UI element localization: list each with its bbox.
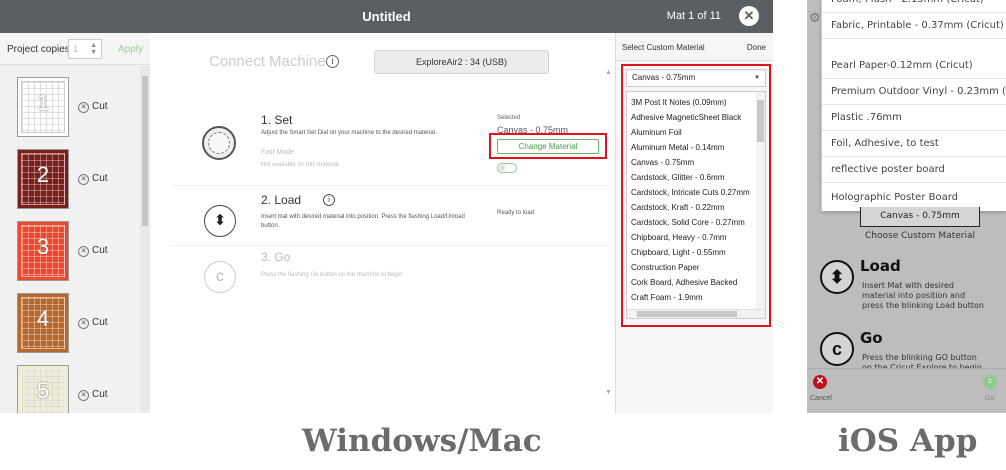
project-copies-label: Project copies: — [7, 44, 73, 55]
ios-go-label[interactable]: Go — [985, 395, 994, 402]
highlight-box — [621, 64, 771, 327]
stepper-arrows-icon[interactable]: ▲ ▼ — [90, 42, 97, 56]
step3-title: 3. Go — [261, 250, 291, 264]
mat-item[interactable]: 2 ✕ Cut — [0, 149, 140, 213]
step2-title: 2. Load — [261, 193, 302, 207]
apply-button[interactable]: Apply — [118, 44, 143, 55]
window-title: Untitled — [362, 9, 411, 24]
mat-list-scrollbar[interactable] — [140, 66, 150, 413]
mat-cut-label: ✕ Cut — [78, 101, 108, 113]
step1-title: 1. Set — [261, 113, 293, 127]
panel-header: Select Custom Material Done — [616, 33, 773, 61]
go-icon[interactable]: c — [983, 375, 997, 389]
mat-item[interactable]: 4 ✕ Cut — [0, 293, 140, 357]
mat-thumbnail[interactable]: 1 — [17, 77, 69, 137]
custom-material-panel: Select Custom Material Done Canvas - 0.7… — [615, 33, 773, 413]
caption-ios: iOS App — [838, 423, 978, 459]
cut-icon: ✕ — [78, 390, 89, 401]
project-copies-stepper[interactable]: 1 ▲ ▼ — [68, 39, 102, 59]
mat-cut-label: ✕ Cut — [78, 389, 108, 401]
ios-material-option[interactable]: Foam, Plush - 2.15mm (Cricut) — [822, 0, 1006, 13]
ios-load-desc-2: material into position and — [862, 291, 966, 300]
machine-select[interactable]: ExploreAir2 : 34 (USB) — [374, 50, 549, 74]
step3-description: Press the flashing Go button on the mach… — [261, 272, 405, 278]
mat-cut-label: ✕ Cut — [78, 245, 108, 257]
info-icon[interactable]: i — [326, 55, 339, 68]
mat-item[interactable]: 1 ✕ Cut — [0, 77, 140, 141]
ios-selected-material[interactable]: Canvas - 0.75mm — [860, 207, 980, 227]
step2-description: Insert mat with desired material into po… — [261, 214, 465, 229]
mat-cut-label: ✕ Cut — [78, 317, 108, 329]
cut-icon: ✕ — [78, 102, 89, 113]
highlight-box — [489, 133, 607, 159]
cut-icon: ✕ — [78, 318, 89, 329]
screenshot-root: Untitled Mat 1 of 11 ✕ Project copies: 1… — [0, 0, 1006, 470]
smart-set-dial-icon — [202, 126, 236, 160]
load-status: Ready to load — [497, 210, 535, 216]
ios-choose-custom-material[interactable]: Choose Custom Material — [855, 231, 985, 241]
cut-icon: ✕ — [78, 174, 89, 185]
panel-title: Select Custom Material — [622, 43, 705, 52]
mat-sidebar: Project copies: 1 ▲ ▼ Apply 1 ✕ Cut 2 ✕ Cut… — [0, 33, 150, 413]
ios-material-list: Foam, Plush - 2.15mm (Cricut) Fabric, Pr… — [821, 0, 1006, 211]
desktop-window: Untitled Mat 1 of 11 ✕ Project copies: 1… — [0, 0, 773, 413]
center-scrollbar[interactable]: ▲ ▼ — [603, 69, 613, 399]
load-arrows-icon: ⬍ — [204, 205, 236, 237]
project-copies-value[interactable]: 1 — [73, 44, 78, 54]
ios-load-desc-1: Insert Mat with desired — [862, 281, 954, 290]
info-icon[interactable]: i — [323, 194, 335, 206]
divider — [171, 185, 611, 186]
go-cricut-icon: c — [204, 261, 236, 293]
done-button[interactable]: Done — [747, 43, 766, 52]
caption-desktop: Windows/Mac — [302, 423, 542, 459]
ios-material-option[interactable]: reflective poster board — [822, 157, 1006, 183]
ios-app: ⚙ Foam, Plush - 2.15mm (Cricut) Fabric, … — [807, 0, 1006, 413]
ios-material-option[interactable]: Plastic .76mm — [822, 105, 1006, 131]
step1-description: Adjust the Smart Set Dial on your machin… — [261, 130, 437, 136]
mat-cut-label: ✕ Cut — [78, 173, 108, 185]
scroll-down-icon: ▼ — [605, 389, 612, 396]
connect-machine-title: Connect Machine — [209, 53, 326, 70]
fast-mode-toggle[interactable] — [497, 163, 517, 173]
load-arrows-icon: ⬍ — [820, 260, 854, 294]
mat-thumbnail[interactable]: 4 — [17, 293, 69, 353]
ios-material-option[interactable]: Foil, Adhesive, to test — [822, 131, 1006, 157]
scroll-up-icon: ▲ — [605, 69, 612, 76]
cancel-icon[interactable]: ✕ — [813, 375, 827, 389]
ios-load-title: Load — [860, 257, 901, 275]
mat-thumbnail[interactable]: 5 — [17, 365, 69, 413]
ios-cancel-label[interactable]: Cancel — [810, 395, 832, 402]
mat-item[interactable]: 3 ✕ Cut — [0, 221, 140, 285]
ios-go-desc-1: Press the blinking GO button — [862, 353, 977, 362]
mat-item[interactable]: 5 ✕ Cut — [0, 365, 140, 413]
ios-material-option[interactable]: Premium Outdoor Vinyl - 0.23mm (... — [822, 79, 1006, 105]
ios-load-desc-3: press the blinking Load button — [862, 301, 984, 310]
fast-mode-note: Not available for this material. — [261, 162, 341, 168]
ios-material-option[interactable]: Pearl Paper-0.12mm (Cricut) — [822, 53, 1006, 79]
close-icon[interactable]: ✕ — [739, 6, 759, 26]
fast-mode-label: Fast Mode — [261, 149, 295, 156]
selected-label: Selected — [497, 115, 521, 121]
cut-icon: ✕ — [78, 246, 89, 257]
ios-go-title: Go — [860, 329, 883, 347]
gear-icon[interactable]: ⚙ — [809, 10, 821, 26]
title-bar: Untitled Mat 1 of 11 ✕ — [0, 0, 773, 33]
ios-material-option[interactable]: Fabric, Printable - 0.37mm (Cricut) — [822, 13, 1006, 39]
mat-counter: Mat 1 of 11 — [666, 10, 721, 22]
project-copies-row: Project copies: 1 ▲ ▼ Apply — [0, 33, 150, 65]
connect-machine-panel: Connect Machine i ExploreAir2 : 34 (USB)… — [151, 33, 615, 413]
go-cricut-icon: c — [820, 332, 854, 366]
mat-thumbnail[interactable]: 2 — [17, 149, 69, 209]
ios-bottom-bar: ✕ Cancel c Go — [807, 368, 1006, 413]
divider — [171, 245, 611, 246]
mat-thumbnail[interactable]: 3 — [17, 221, 69, 281]
mat-list: 1 ✕ Cut 2 ✕ Cut 3 ✕ Cut 4 ✕ Cut 5 ✕ Cut — [0, 66, 140, 413]
